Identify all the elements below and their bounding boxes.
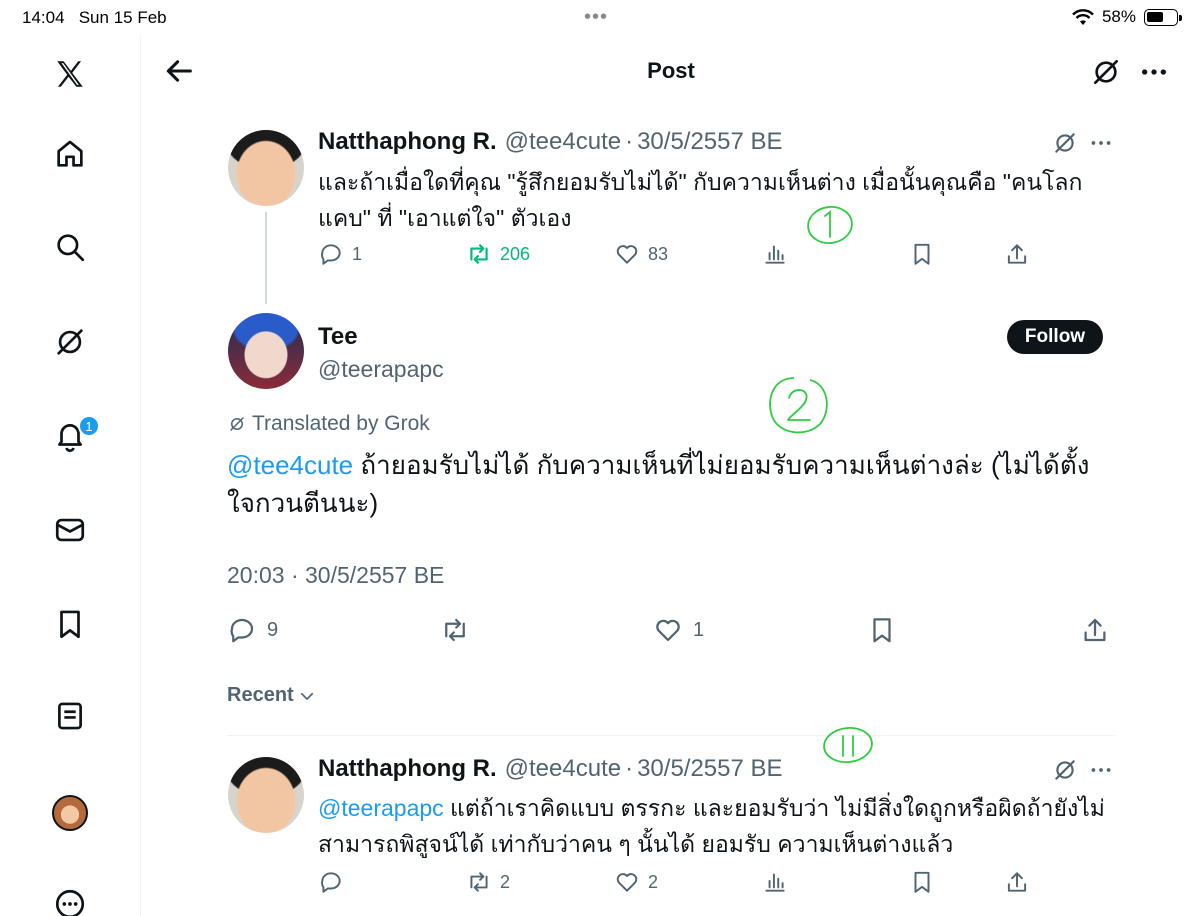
retweet-count: 2 — [500, 871, 511, 892]
reply-button[interactable] — [318, 869, 352, 895]
reply-count: 9 — [267, 618, 279, 641]
share-icon — [1007, 244, 1027, 264]
more-icon[interactable] — [1088, 757, 1114, 783]
author-handle[interactable]: @teerapapc — [318, 356, 444, 383]
tweet-text: @teerapapc แต่ถ้าเราคิดแบบ ตรรกะ และยอมร… — [318, 790, 1118, 862]
sort-label: Recent — [227, 684, 294, 706]
translated-by-grok[interactable]: Translated by Grok — [228, 412, 430, 436]
retweet-button[interactable]: 2 — [466, 869, 510, 895]
annotation-two — [769, 377, 828, 434]
retweet-button[interactable] — [440, 615, 480, 645]
heart-icon — [656, 619, 680, 642]
grok-icon — [230, 417, 244, 431]
reply-button[interactable]: 1 — [318, 241, 362, 267]
avatar[interactable] — [228, 313, 304, 389]
tweet-date[interactable]: 30/5/2557 BE — [637, 128, 782, 156]
reply-icon — [230, 618, 254, 643]
author-name[interactable]: Natthaphong R. — [318, 128, 497, 156]
divider — [227, 735, 1115, 736]
more-options-icon[interactable] — [50, 884, 90, 916]
bookmark-icon — [914, 243, 930, 265]
views-button[interactable] — [762, 869, 788, 895]
messages-icon[interactable] — [50, 510, 90, 550]
author-name[interactable]: Tee — [318, 323, 358, 351]
avatar[interactable] — [228, 757, 304, 833]
grok-icon[interactable] — [1052, 757, 1078, 783]
share-button[interactable] — [1080, 615, 1110, 645]
grok-icon[interactable] — [1090, 56, 1122, 88]
like-button[interactable]: 1 — [653, 615, 704, 645]
views-button[interactable] — [762, 241, 788, 267]
retweet-icon — [470, 244, 488, 264]
share-button[interactable] — [1004, 869, 1030, 895]
mention-link[interactable]: @teerapapc — [318, 795, 444, 821]
author-name[interactable]: Natthaphong R. — [318, 755, 497, 783]
bookmark-button[interactable] — [867, 615, 897, 645]
status-time: 14:04 Sun 15 Feb — [22, 8, 167, 27]
battery-icon — [1144, 8, 1182, 26]
analytics-icon — [765, 245, 785, 264]
author-handle[interactable]: @tee4cute — [505, 128, 621, 156]
share-icon — [1007, 872, 1027, 892]
bookmark-icon — [873, 618, 891, 643]
post-header: Post — [142, 36, 1200, 106]
avatar[interactable] — [228, 130, 304, 206]
grok-icon[interactable] — [1052, 130, 1078, 156]
bookmark-icon — [914, 871, 930, 893]
like-button[interactable]: 83 — [614, 241, 668, 267]
like-count: 2 — [648, 871, 659, 892]
bookmark-button[interactable] — [909, 869, 935, 895]
notification-badge: 1 — [78, 415, 100, 437]
multitasking-dots[interactable]: ••• — [584, 7, 608, 27]
post-body: ถ้ายอมรับไม่ได้ กับความเห็นที่ไม่ยอมรับค… — [227, 450, 1090, 518]
reply-icon — [321, 872, 341, 893]
tweet-date[interactable]: 30/5/2557 BE — [637, 755, 782, 783]
heart-icon — [616, 245, 638, 264]
annotation-eleven — [823, 727, 873, 763]
retweet-button[interactable]: 206 — [466, 241, 530, 267]
lists-icon[interactable] — [50, 696, 90, 736]
grok-icon[interactable] — [50, 322, 90, 362]
heart-icon — [616, 873, 638, 892]
reply-icon — [321, 244, 341, 265]
battery-percent: 58% — [1101, 7, 1136, 26]
bookmark-button[interactable] — [909, 241, 935, 267]
more-icon[interactable] — [1138, 56, 1170, 88]
bookmarks-icon[interactable] — [50, 604, 90, 644]
home-icon[interactable] — [50, 134, 90, 174]
like-count: 83 — [648, 243, 669, 264]
chevron-down-icon — [300, 692, 313, 700]
sort-dropdown[interactable]: Recent — [227, 684, 316, 707]
analytics-icon — [765, 873, 785, 892]
sidebar: 1 — [0, 36, 141, 916]
like-button[interactable]: 2 — [614, 869, 658, 895]
x-logo-icon[interactable] — [50, 54, 90, 94]
reply-button[interactable]: 9 — [227, 615, 278, 645]
post-timestamp[interactable]: 20:03 · 30/5/2557 BE — [227, 562, 444, 589]
like-count: 1 — [693, 618, 705, 641]
translated-label: Translated by Grok — [252, 412, 430, 435]
tweet-author-row: Natthaphong R. @tee4cute · 30/5/2557 BE — [318, 755, 783, 783]
retweet-count: 206 — [500, 243, 531, 264]
thread-connector — [265, 212, 267, 304]
status-right: 58% — [1072, 7, 1182, 27]
share-icon — [1084, 618, 1106, 642]
author-handle[interactable]: @tee4cute — [505, 755, 621, 783]
follow-button[interactable]: Follow — [1007, 320, 1103, 354]
post-text: @tee4cute ถ้ายอมรับไม่ได้ กับความเห็นที่… — [227, 446, 1107, 522]
retweet-icon — [445, 618, 465, 642]
profile-avatar-icon[interactable] — [52, 795, 88, 831]
tweet-text: และถ้าเมื่อใดที่คุณ "รู้สึกยอมรับไม่ได้"… — [318, 169, 1083, 231]
share-button[interactable] — [1004, 241, 1030, 267]
tweet-author-row: Natthaphong R. @tee4cute · 30/5/2557 BE — [318, 128, 783, 156]
retweet-icon — [470, 872, 488, 892]
status-bar: 14:04 Sun 15 Feb ••• 58% — [0, 0, 1200, 36]
more-icon[interactable] — [1088, 130, 1114, 156]
mention-link[interactable]: @tee4cute — [227, 450, 353, 480]
search-icon[interactable] — [50, 227, 90, 267]
reply-count: 1 — [352, 243, 363, 264]
wifi-icon — [1072, 8, 1094, 25]
page-title: Post — [647, 58, 695, 83]
